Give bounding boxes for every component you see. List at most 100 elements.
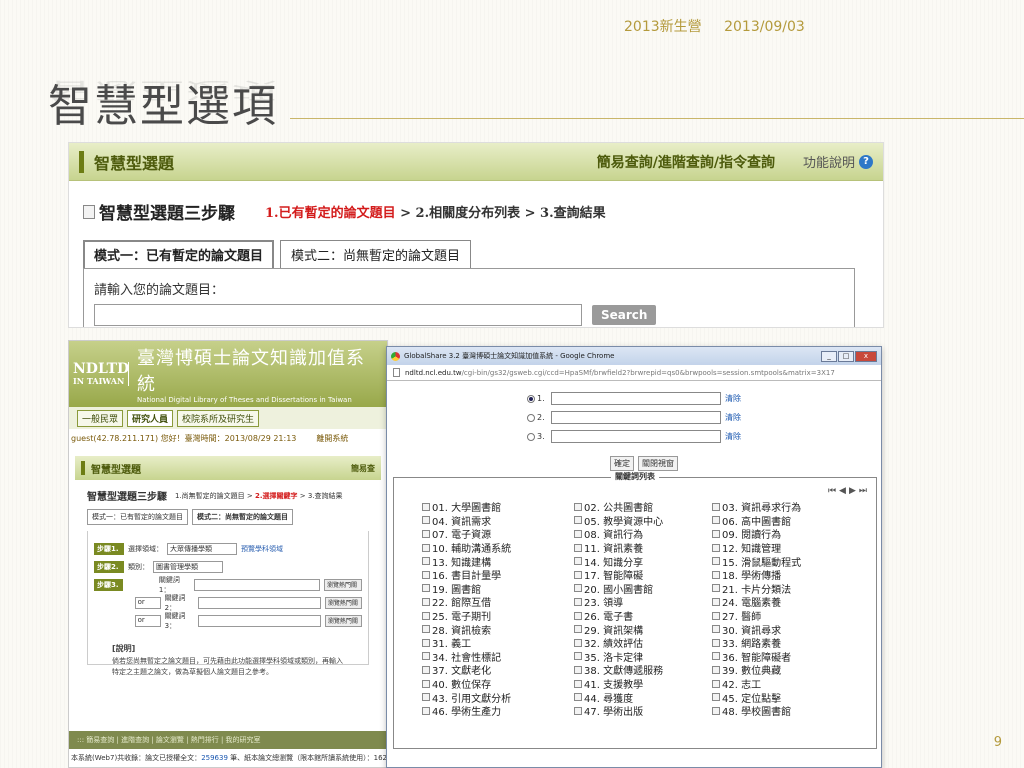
keyword-checkbox[interactable] [712,693,720,702]
keyword-option[interactable]: 16. 書目計量學 [422,568,574,582]
keyword-checkbox[interactable] [574,529,582,538]
keyword-checkbox[interactable] [712,625,720,634]
field-select[interactable]: 大眾傳播學類 [167,543,237,555]
search-button[interactable]: Search [592,305,657,325]
keyword-checkbox[interactable] [712,679,720,688]
keyword-option[interactable]: 12. 知識管理 [712,541,864,555]
keyword-option[interactable]: 20. 國小圖書館 [574,582,712,596]
keyword-option[interactable]: 24. 電腦素養 [712,595,864,609]
keyword-option[interactable]: 14. 知識分享 [574,554,712,569]
keyword-option[interactable]: 41. 支援教學 [574,677,712,691]
keyword-slot-1-field[interactable] [551,392,721,405]
close-window-button[interactable]: x [855,350,877,362]
keyword-option[interactable]: 13. 知識建構 [422,554,574,569]
keyword-checkbox[interactable] [712,502,720,511]
tab-mode-2[interactable]: 模式二：尚無暫定的論文題目 [280,240,472,268]
keyword-option[interactable]: 21. 卡片分類法 [712,582,864,596]
keyword-option[interactable]: 38. 文獻傳遞服務 [574,663,712,677]
keyword-option[interactable]: 46. 學術生產力 [422,704,574,718]
address-bar[interactable]: ndltd.ncl.edu.tw/cgi-bin/gs32/gsweb.cgi/… [387,365,881,381]
category-select[interactable]: 圖書管理學類 [153,561,223,573]
fulltext-count[interactable]: 259639 [201,754,228,762]
role-tab-public[interactable]: 一般民眾 [77,409,124,427]
keyword-option[interactable]: 34. 社會性標記 [422,650,574,664]
keyword-option[interactable]: 09. 閱讀行為 [712,527,864,541]
keyword-checkbox[interactable] [422,529,430,538]
keyword-option[interactable]: 42. 志工 [712,677,864,691]
tab-mode-2-small[interactable]: 模式二：尚無暫定的論文題目 [192,509,293,525]
maximize-button[interactable]: □ [838,350,854,362]
keyword-checkbox[interactable] [422,625,430,634]
keyword-option[interactable]: 32. 績效評估 [574,636,712,650]
keyword-option[interactable]: 18. 學術傳播 [712,568,864,582]
keyword-slot-3-field[interactable] [551,430,721,443]
keyword-checkbox[interactable] [422,570,430,579]
keyword-checkbox[interactable] [712,597,720,606]
logout-link[interactable]: 離開系統 [316,433,348,444]
keyword-option[interactable]: 22. 館際互借 [422,595,574,609]
keyword-checkbox[interactable] [574,706,582,715]
keyword-checkbox[interactable] [712,584,720,593]
keyword-slot-2-field[interactable] [551,411,721,424]
keyword-checkbox[interactable] [422,584,430,593]
keyword-checkbox[interactable] [712,557,720,566]
keyword-checkbox[interactable] [574,502,582,511]
keyword-option[interactable]: 36. 智能障礙者 [712,650,864,664]
keyword3-input[interactable] [198,615,321,627]
keyword-checkbox[interactable] [712,706,720,715]
keyword-option[interactable]: 19. 圖書館 [422,582,574,596]
keyword-option[interactable]: 25. 電子期刊 [422,609,574,623]
keyword-checkbox[interactable] [422,557,430,566]
simple-search-link[interactable]: 簡易查 [351,463,375,474]
keyword-option[interactable]: 40. 數位保存 [422,677,574,691]
keyword-slot-3-clear[interactable]: 清除 [725,431,741,442]
tab-mode-1[interactable]: 模式一：已有暫定的論文題目 [83,240,275,268]
keyword-checkbox[interactable] [422,679,430,688]
keyword-checkbox[interactable] [574,516,582,525]
keyword-checkbox[interactable] [574,597,582,606]
keyword-checkbox[interactable] [422,706,430,715]
keyword-option[interactable]: 17. 智能障礙 [574,568,712,582]
keyword-option[interactable]: 28. 資訊檢索 [422,622,574,637]
keyword-checkbox[interactable] [574,557,582,566]
keyword-option[interactable]: 43. 引用文獻分析 [422,690,574,705]
keyword-slot-1-clear[interactable]: 清除 [725,393,741,404]
keyword-option[interactable]: 37. 文獻老化 [422,663,574,677]
keyword-checkbox[interactable] [574,625,582,634]
keyword-option[interactable]: 15. 滑鼠驅動程式 [712,554,864,569]
keyword-checkbox[interactable] [574,665,582,674]
keyword-option[interactable]: 44. 尋獲度 [574,690,712,705]
keyword-checkbox[interactable] [422,502,430,511]
keyword-option[interactable]: 33. 網路素養 [712,636,864,650]
tab-mode-1-small[interactable]: 模式一：已有暫定的論文題目 [87,509,188,525]
window-titlebar[interactable]: GlobalShare 3.2 臺灣博碩士論文知識加值系統 - Google C… [387,347,881,365]
keyword-checkbox[interactable] [712,638,720,647]
keyword-checkbox[interactable] [712,652,720,661]
keyword-option[interactable]: 06. 高中圖書館 [712,514,864,528]
help-link[interactable]: 功能說明 ? [803,152,873,171]
role-tab-institution[interactable]: 校院系所及研究生 [177,409,260,427]
bool-select-3[interactable]: or [134,615,161,627]
keyword-option[interactable]: 35. 洛卡定律 [574,650,712,664]
keyword-option[interactable]: 07. 電子資源 [422,527,574,541]
keyword-checkbox[interactable] [422,516,430,525]
keyword-slot-3-radio[interactable] [527,432,535,441]
browse-keywords-button-1[interactable]: 瀏覽熱門關鍵 [323,579,362,591]
keyword-option[interactable]: 23. 領導 [574,595,712,609]
keyword-slot-2-radio[interactable] [527,413,535,422]
keyword-option[interactable]: 02. 公共圖書館 [574,500,712,514]
role-tab-researcher[interactable]: 研究人員 [127,409,174,427]
keyword-checkbox[interactable] [422,665,430,674]
close-popup-button[interactable]: 關閉視窗 [638,456,678,471]
keyword-option[interactable]: 04. 資訊需求 [422,514,574,528]
keyword-checkbox[interactable] [712,665,720,674]
keyword-option[interactable]: 03. 資訊尋求行為 [712,500,864,514]
keyword-checkbox[interactable] [574,543,582,552]
keyword-checkbox[interactable] [422,693,430,702]
keyword2-input[interactable] [198,597,321,609]
keyword-option[interactable]: 05. 教學資源中心 [574,514,712,528]
keyword-checkbox[interactable] [422,638,430,647]
bool-select-2[interactable]: or [134,597,161,609]
minimize-button[interactable]: _ [821,350,837,362]
footer-nav[interactable]: ::: 簡易查詢 | 進階查詢 | 論文瀏覽 | 熱門排行 | 我的研究室 [69,731,387,749]
